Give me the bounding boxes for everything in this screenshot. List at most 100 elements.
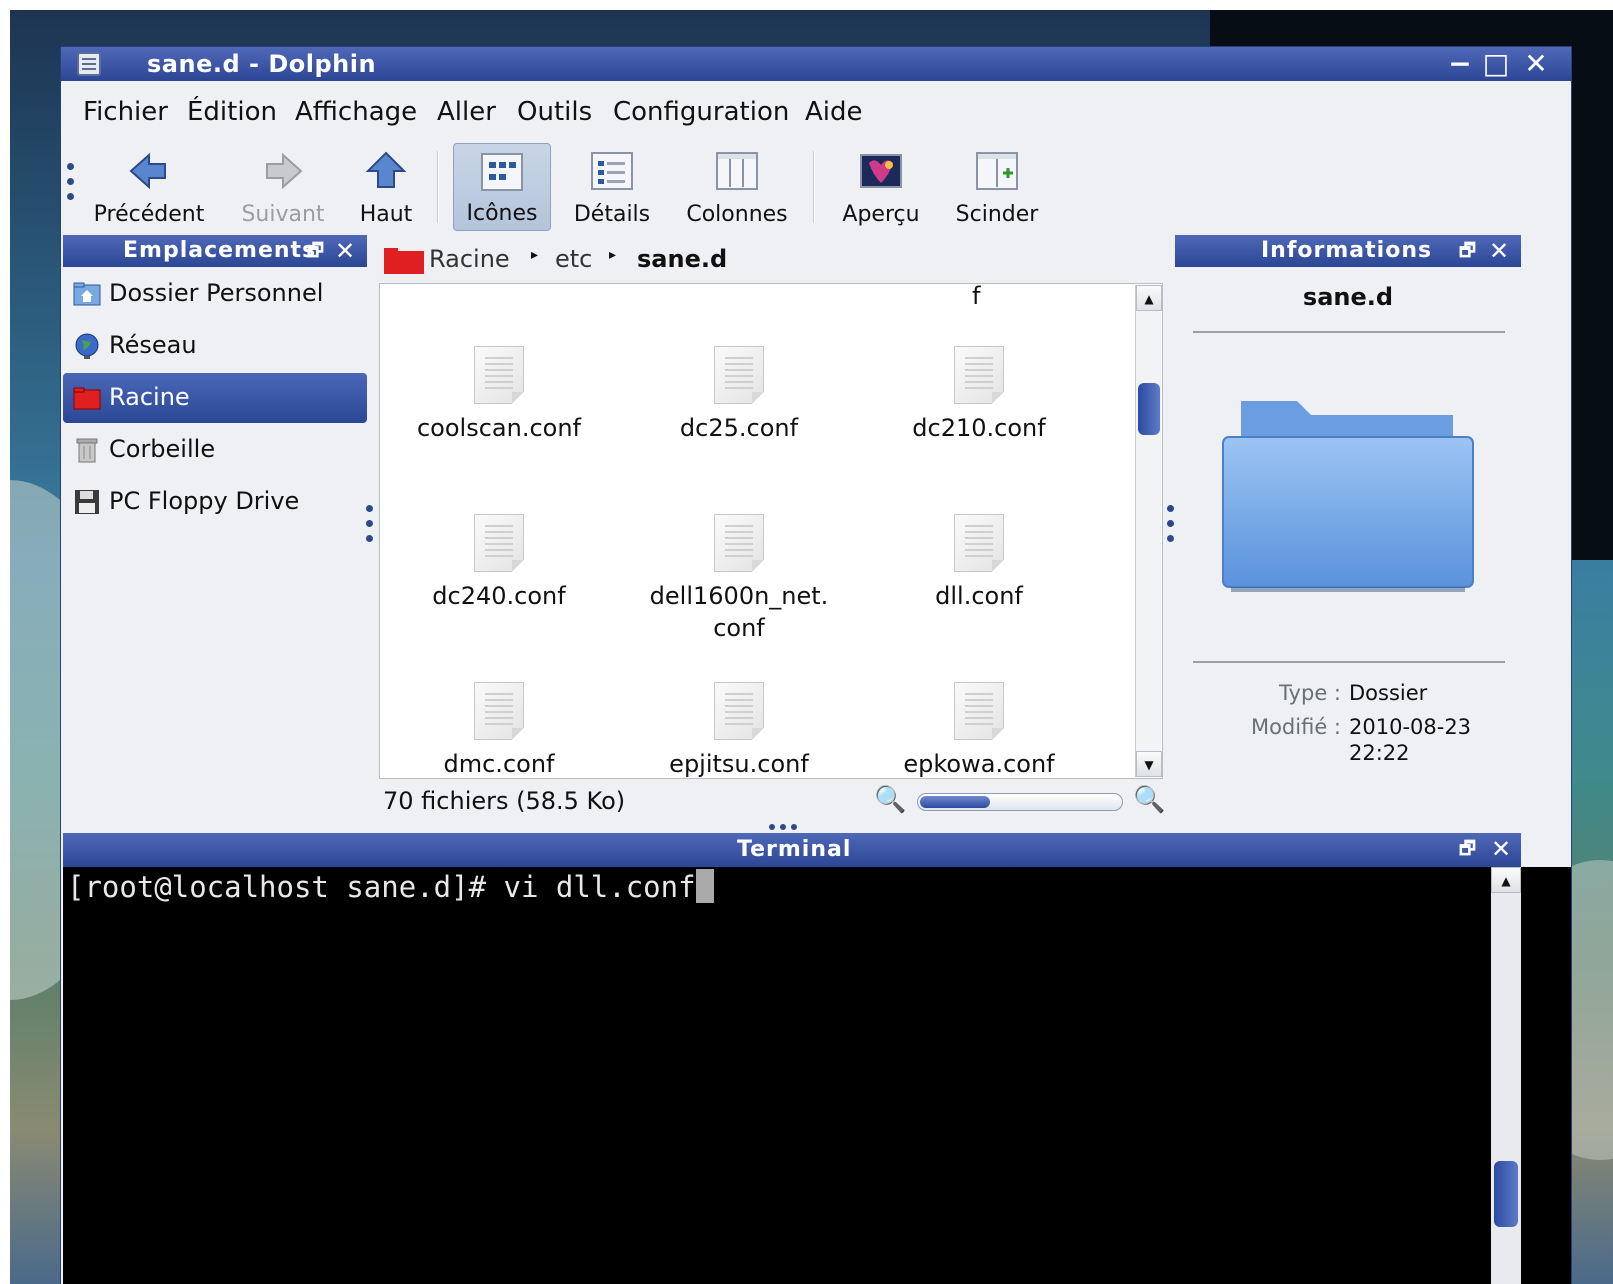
- close-button[interactable]: ✕: [1521, 49, 1551, 79]
- places-panel: Dossier Personnel Réseau Racine Corbeill…: [63, 269, 367, 869]
- zoom-out-icon[interactable]: 🔍: [874, 785, 906, 815]
- close-panel-icon[interactable]: ✕: [1489, 235, 1509, 267]
- menu-fichier[interactable]: Fichier: [83, 97, 168, 127]
- maximize-button[interactable]: □: [1481, 49, 1511, 79]
- zoom-slider-handle[interactable]: [920, 796, 990, 808]
- screen-border: [0, 0, 10, 1284]
- back-label: Précédent: [93, 202, 205, 227]
- back-button[interactable]: Précédent: [89, 143, 209, 231]
- menu-aide[interactable]: Aide: [805, 97, 863, 127]
- file-item[interactable]: epjitsu.conf: [624, 682, 854, 778]
- text-file-icon: [954, 346, 1004, 404]
- file-name: dmc.conf: [443, 750, 555, 778]
- place-home[interactable]: Dossier Personnel: [63, 269, 367, 319]
- menu-aller[interactable]: Aller: [437, 97, 496, 127]
- root-folder-icon: [73, 387, 101, 410]
- file-item[interactable]: dc210.conf: [864, 346, 1094, 444]
- scroll-up-icon[interactable]: ▲: [1136, 285, 1162, 311]
- file-item[interactable]: dc240.conf: [384, 514, 614, 612]
- split-label: Scinder: [955, 202, 1039, 227]
- menu-edition[interactable]: Édition: [187, 97, 277, 127]
- info-panel-title: Informations: [1261, 238, 1433, 263]
- place-floppy[interactable]: PC Floppy Drive: [63, 477, 367, 527]
- splitter-handle[interactable]: [1167, 505, 1175, 550]
- file-item[interactable]: dell1600n_net. conf: [624, 514, 854, 644]
- place-label: PC Floppy Drive: [109, 487, 300, 515]
- breadcrumb-current[interactable]: sane.d: [637, 245, 727, 273]
- app-menu-icon[interactable]: [77, 52, 101, 76]
- columns-view-button[interactable]: Colonnes: [675, 143, 799, 231]
- split-button[interactable]: Scinder: [943, 143, 1051, 231]
- terminal-prompt: [root@localhost sane.d]# vi dll.conf: [67, 870, 696, 904]
- close-panel-icon[interactable]: ✕: [335, 235, 355, 267]
- columns-view-label: Colonnes: [686, 202, 788, 227]
- close-panel-icon[interactable]: ✕: [1491, 833, 1511, 865]
- icons-view-label: Icônes: [466, 201, 538, 226]
- toolbar-handle[interactable]: [67, 163, 75, 208]
- modified-date: 2010-08-23: [1349, 715, 1472, 739]
- scroll-down-icon[interactable]: ▼: [1136, 751, 1162, 777]
- breadcrumb-separator-icon[interactable]: ▸: [609, 247, 616, 263]
- type-label: Type :: [1279, 681, 1341, 705]
- up-button[interactable]: Haut: [353, 143, 419, 231]
- info-item-name: sane.d: [1302, 283, 1394, 311]
- arrow-up-icon: [365, 151, 407, 188]
- terminal-scrollbar[interactable]: ▲: [1491, 867, 1521, 1284]
- place-label: Corbeille: [109, 435, 216, 463]
- icons-view-icon: [481, 153, 523, 191]
- splitter-handle[interactable]: [366, 505, 374, 550]
- place-label: Racine: [109, 383, 190, 411]
- file-name: dc25.conf: [679, 414, 799, 442]
- file-item[interactable]: dmc.conf: [384, 682, 614, 778]
- terminal[interactable]: [root@localhost sane.d]# vi dll.conf ▲: [63, 867, 1571, 1284]
- breadcrumb-etc[interactable]: etc: [555, 245, 592, 273]
- text-file-icon: [474, 514, 524, 572]
- zoom-in-icon[interactable]: 🔍: [1133, 785, 1165, 815]
- file-item[interactable]: dll.conf: [864, 514, 1094, 612]
- terminal-output[interactable]: [root@localhost sane.d]# vi dll.conf: [67, 869, 714, 904]
- breadcrumb-root[interactable]: Racine: [429, 245, 510, 273]
- preview-button[interactable]: Aperçu: [831, 143, 931, 231]
- file-item[interactable]: coolscan.conf: [384, 346, 614, 444]
- place-root[interactable]: Racine: [63, 373, 367, 423]
- file-view-scrollbar[interactable]: ▲ ▼: [1135, 285, 1162, 777]
- places-panel-title: Emplacements: [123, 238, 317, 263]
- text-file-icon: [954, 514, 1004, 572]
- forward-button[interactable]: Suivant: [221, 143, 345, 231]
- file-view[interactable]: f coolscan.conf dc25.conf dc210.conf dc2…: [379, 283, 1163, 779]
- float-icon[interactable]: 🗗: [307, 235, 324, 267]
- terminal-panel-header: Terminal 🗗 ✕: [63, 833, 1521, 867]
- floppy-icon: [75, 490, 99, 514]
- menu-affichage[interactable]: Affichage: [295, 97, 417, 127]
- place-label: Dossier Personnel: [109, 279, 324, 307]
- icons-view-button[interactable]: Icônes: [453, 143, 551, 231]
- scroll-up-icon[interactable]: ▲: [1491, 867, 1521, 893]
- file-name: coolscan.conf: [416, 414, 581, 442]
- zoom-slider[interactable]: [917, 793, 1123, 811]
- place-network[interactable]: Réseau: [63, 321, 367, 371]
- partial-file-name: f: [972, 283, 981, 310]
- scrollbar-thumb[interactable]: [1494, 1161, 1518, 1227]
- menu-configuration[interactable]: Configuration: [613, 97, 789, 127]
- file-name: epkowa.conf: [903, 750, 1055, 778]
- menu-outils[interactable]: Outils: [517, 97, 592, 127]
- file-item[interactable]: epkowa.conf: [864, 682, 1094, 778]
- text-file-icon: [474, 346, 524, 404]
- details-view-button[interactable]: Détails: [565, 143, 659, 231]
- file-name: epjitsu.conf: [669, 750, 809, 778]
- file-name: dll.conf: [935, 582, 1023, 610]
- scrollbar-thumb[interactable]: [1138, 383, 1160, 435]
- places-panel-header: Emplacements 🗗 ✕: [63, 235, 367, 267]
- title-bar[interactable]: sane.d - Dolphin − □ ✕: [61, 47, 1571, 81]
- minimize-button[interactable]: −: [1445, 49, 1475, 79]
- details-view-icon: [591, 152, 633, 190]
- place-trash[interactable]: Corbeille: [63, 425, 367, 475]
- toolbar-separator: [813, 151, 815, 223]
- divider: [1193, 661, 1505, 663]
- window-title: sane.d - Dolphin: [147, 50, 377, 78]
- float-icon[interactable]: 🗗: [1459, 833, 1476, 865]
- preview-icon: [860, 154, 902, 188]
- breadcrumb-separator-icon[interactable]: ▸: [531, 247, 538, 263]
- float-icon[interactable]: 🗗: [1459, 235, 1476, 267]
- file-item[interactable]: dc25.conf: [624, 346, 854, 444]
